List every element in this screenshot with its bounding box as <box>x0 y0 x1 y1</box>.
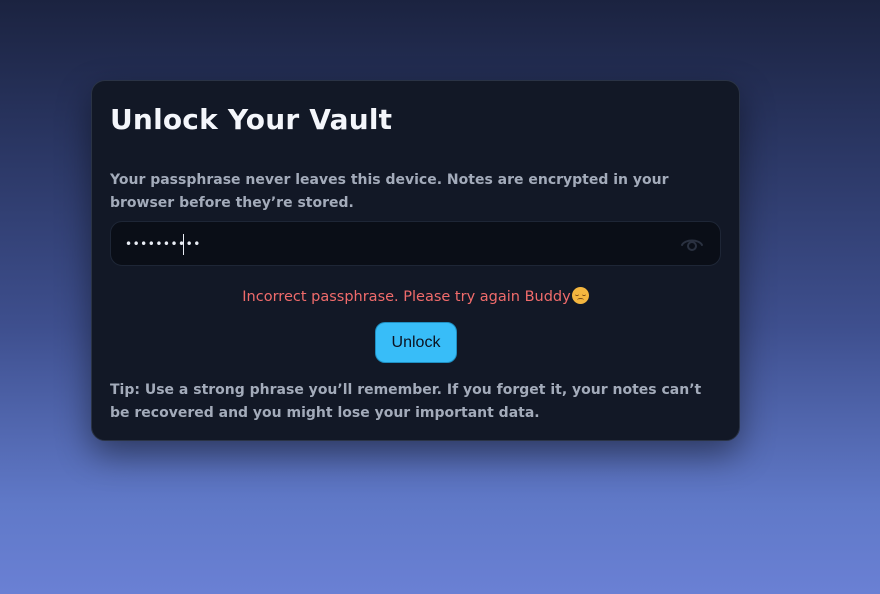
passphrase-field[interactable] <box>110 221 721 266</box>
page-title: Unlock Your Vault <box>110 103 393 136</box>
error-message-text: Incorrect passphrase. Please try again B… <box>242 289 571 305</box>
description-text: Your passphrase never leaves this device… <box>110 172 669 211</box>
error-message: Incorrect passphrase. Please try again B… <box>92 287 739 305</box>
disappointed-face-icon <box>571 287 589 304</box>
eye-icon[interactable] <box>680 235 704 253</box>
unlock-vault-card: Unlock Your Vault Your passphrase never … <box>91 80 740 441</box>
tip-text: Tip: Use a strong phrase you’ll remember… <box>110 382 702 421</box>
passphrase-input[interactable] <box>125 222 665 265</box>
unlock-button[interactable]: Unlock <box>375 322 457 363</box>
text-caret <box>183 234 184 255</box>
